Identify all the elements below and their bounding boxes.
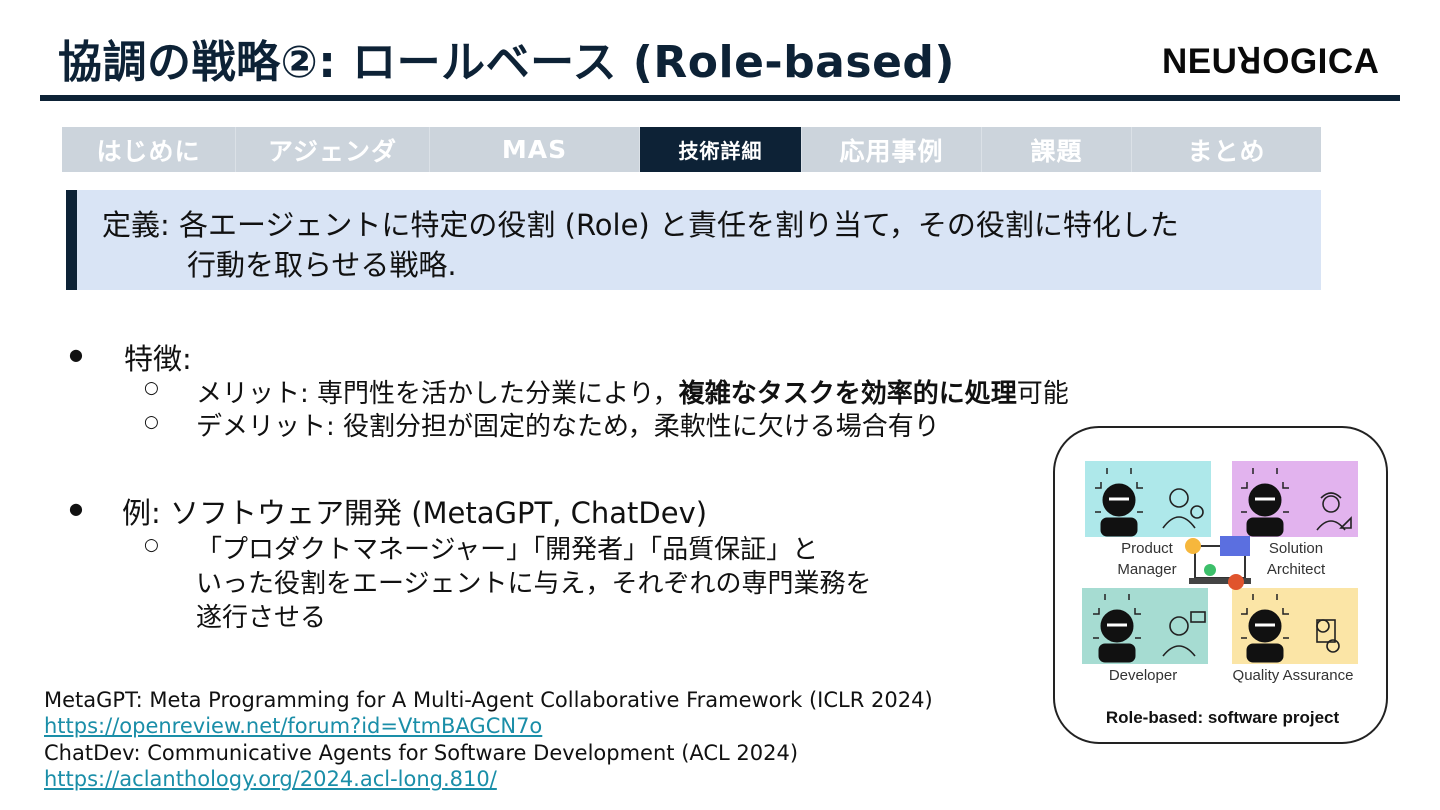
tab-introduction[interactable]: はじめに [62, 127, 236, 172]
brand-logo: NEUꓤOGICA [1162, 42, 1380, 81]
role-label-pm-line1: Product [1121, 540, 1174, 557]
title-divider [40, 95, 1400, 101]
role-label-developer: Developer [1109, 667, 1177, 684]
reference-metagpt-link[interactable]: https://openreview.net/forum?id=VtmBAGCN… [44, 714, 542, 738]
example-line-2: いった役割をエージェントに与え，それぞれの専門業務を [196, 569, 872, 599]
example-heading: 例: ソフトウェア開発 (MetaGPT, ChatDev) [122, 496, 708, 530]
definition-line-2: 行動を取らせる戦略. [187, 248, 457, 282]
tab-challenges[interactable]: 課題 [982, 127, 1132, 172]
section-nav: はじめに アジェンダ MAS 技術詳細 応用事例 課題 まとめ [62, 127, 1321, 172]
merit-suffix: 可能 [1016, 379, 1069, 409]
role-based-figure: Product Manager Solution Architect Devel… [1053, 426, 1388, 744]
role-label-qa: Quality Assurance [1233, 667, 1354, 684]
sub-bullet-circle: ○ [144, 535, 159, 555]
tab-agenda[interactable]: アジェンダ [236, 127, 430, 172]
merit-emphasis: 複雑なタスクを効率的に処理 [678, 379, 1017, 409]
example-line-3: 遂行させる [196, 603, 327, 633]
merit-prefix: メリット: 専門性を活かした分業により， [196, 379, 679, 409]
demerit-item: デメリット: 役割分担が固定的なため，柔軟性に欠ける場合有り [196, 412, 940, 442]
slide-title: 協調の戦略②: ロールベース (Role-based) [58, 37, 956, 88]
bullet-dot: ● [69, 499, 83, 518]
definition-line-1: 定義: 各エージェントに特定の役割 (Role) と責任を割り当て，その役割に特… [102, 208, 1179, 242]
tab-use-cases[interactable]: 応用事例 [802, 127, 982, 172]
figure-caption: Role-based: software project [1105, 708, 1340, 727]
role-label-sa-line2: Architect [1267, 561, 1326, 578]
features-heading: 特徴: [124, 342, 192, 376]
role-label-pm-line2: Manager [1117, 561, 1176, 578]
definition-box: 定義: 各エージェントに特定の役割 (Role) と責任を割り当て，その役割に特… [66, 190, 1321, 290]
sub-bullet-circle: ○ [144, 412, 159, 432]
sub-bullet-circle: ○ [144, 378, 159, 398]
tab-summary[interactable]: まとめ [1132, 127, 1321, 172]
role-illustration: Product Manager Solution Architect Devel… [1082, 461, 1358, 684]
laptop-icon [1185, 536, 1251, 590]
role-label-sa-line1: Solution [1269, 540, 1323, 557]
reference-metagpt: MetaGPT: Meta Programming for A Multi-Ag… [44, 688, 933, 712]
example-line-1: 「プロダクトマネージャー」「開発者」「品質保証」と [196, 535, 819, 565]
tab-mas[interactable]: MAS [430, 127, 640, 172]
tab-technical-details[interactable]: 技術詳細 [640, 127, 802, 172]
reference-chatdev-link[interactable]: https://aclanthology.org/2024.acl-long.8… [44, 767, 497, 791]
merit-item: メリット: 専門性を活かした分業により，複雑なタスクを効率的に処理可能 [196, 373, 1069, 410]
reference-chatdev: ChatDev: Communicative Agents for Softwa… [44, 741, 799, 765]
bullet-dot: ● [69, 345, 83, 364]
